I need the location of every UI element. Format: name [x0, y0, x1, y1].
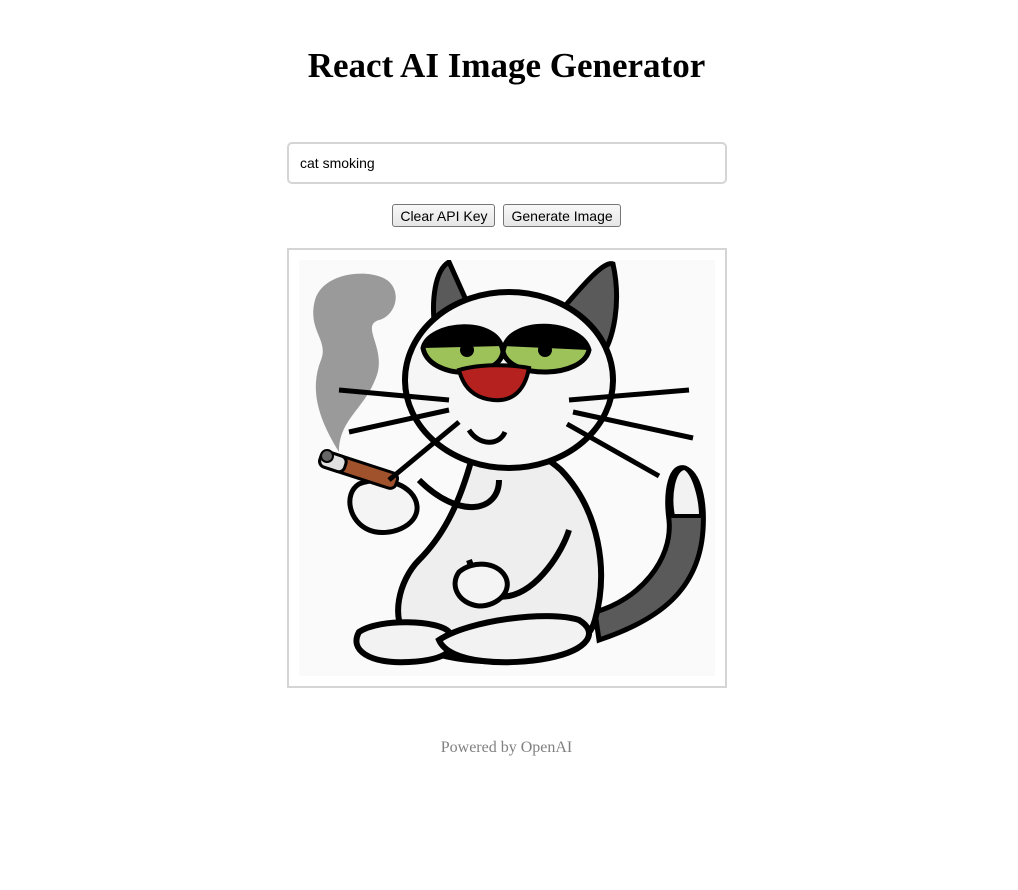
prompt-input[interactable] [287, 142, 727, 184]
generate-image-button[interactable]: Generate Image [503, 204, 621, 227]
generated-image-frame [287, 248, 727, 688]
button-row: Clear API Key Generate Image [0, 204, 1013, 227]
generated-image [299, 260, 715, 676]
page-title: React AI Image Generator [307, 46, 706, 85]
clear-api-key-button[interactable]: Clear API Key [392, 204, 496, 227]
footer-text: Powered by OpenAI [440, 739, 573, 756]
